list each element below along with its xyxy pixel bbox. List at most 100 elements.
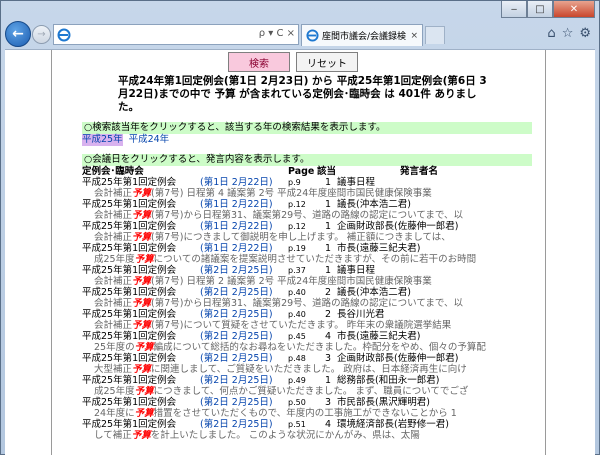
excerpt-post: についての諸議案を提案説明させていただきますが、その前に若干のお時間: [153, 254, 477, 265]
minimize-button[interactable]: ‒: [501, 1, 527, 18]
match-count: 2: [324, 287, 331, 298]
meeting-name: 平成25年第1回定例会: [82, 331, 177, 342]
meeting-date-link[interactable]: (第2日 2月25日): [200, 419, 273, 430]
keyword-highlight: 予算: [132, 276, 152, 287]
year-link-h25[interactable]: 平成25年: [82, 134, 123, 146]
meeting-date-link[interactable]: (第2日 2月25日): [200, 353, 273, 364]
excerpt-post: (第7号) 日程第 2 議案第 2号 平成24年度座間市国民健康保険事業: [151, 276, 432, 287]
results-list: 定例会･臨時会 Page 該当 発言者名 平成25年第1回定例会 (第1日 2月2…: [82, 166, 542, 441]
excerpt-post: 措置をさせていただくもので、年度内の工事施工ができないことから 1: [153, 408, 457, 419]
year-hint: ○検索該当年をクリックすると、該当する年の検索結果を表示します。: [82, 122, 532, 134]
match-count: 4: [324, 331, 331, 342]
keyword-highlight: 予算: [134, 386, 154, 397]
page-number: p.51: [288, 420, 306, 429]
page-number: p.9: [288, 178, 301, 187]
excerpt: 会計補正予算(第7号)につきまして御説明を申し上げます。 補正額につきましては、: [94, 232, 451, 243]
excerpt-pre: 24年度に: [94, 408, 135, 419]
excerpt-pre: して補正: [94, 430, 132, 441]
reset-button[interactable]: リセット: [296, 52, 358, 72]
header-match: 該当: [317, 166, 337, 177]
excerpt-post: 編成について総括的なお尋ねをいただきました。枠配分をやめ、個々の予算配: [153, 342, 486, 353]
result-summary: 平成24年第1回定例会(第1日 2月23日) から 平成25年第1回定例会(第6…: [118, 75, 487, 113]
meeting-date-link[interactable]: (第2日 2月25日): [200, 397, 273, 408]
year-link-h24[interactable]: 平成24年: [129, 134, 170, 146]
tab-active[interactable]: 座間市議会/会議録検索シ... ×: [301, 24, 423, 46]
meeting-date-link[interactable]: (第2日 2月25日): [200, 375, 273, 386]
excerpt: 25年度の予算編成について総括的なお尋ねをいただきました。枠配分をやめ、個々の予…: [94, 342, 486, 353]
page-number: p.12: [288, 222, 306, 231]
excerpt-pre: 成25年度: [94, 386, 135, 397]
back-arrow-icon[interactable]: ←: [5, 21, 31, 47]
excerpt: 会計補正予算(第7号)から日程第31、議案第29号、道路の路線の認定についてまで…: [94, 298, 463, 309]
search-button[interactable]: 検索: [228, 52, 290, 72]
excerpt-pre: 会計補正: [94, 298, 133, 309]
excerpt-pre: 大型補正: [94, 364, 133, 375]
meeting-name: 平成25年第1回定例会: [82, 287, 177, 298]
favorites-star-icon[interactable]: ☆: [562, 26, 574, 41]
match-count: 1: [324, 221, 331, 232]
tab-close-icon[interactable]: ×: [410, 31, 418, 41]
meeting-date-link[interactable]: (第1日 2月22日): [200, 177, 273, 188]
meeting-name: 平成25年第1回定例会: [82, 265, 177, 276]
keyword-highlight: 予算: [132, 210, 152, 221]
speaker-name: 議長(沖本浩二君): [337, 287, 411, 298]
excerpt-pre: 会計補正: [94, 276, 133, 287]
excerpt: 会計補正予算(第7号)について質疑をさせていただきます。 昨年末の衆議院選挙結果: [94, 320, 451, 331]
meeting-name: 平成25年第1回定例会: [82, 243, 177, 254]
match-count: 3: [324, 397, 331, 408]
keyword-highlight: 予算: [132, 298, 152, 309]
header-meeting: 定例会･臨時会: [82, 166, 144, 177]
excerpt-post: (第7号)から日程第31、議案第29号、道路の路線の認定についてまで、以: [151, 298, 464, 309]
result-row: 平成25年第1回定例会 (第2日 2月25日) p.51 4 環境経済部長(岩野修一君)…: [82, 419, 542, 441]
speaker-name: 市長(遠藤三紀夫君): [337, 331, 421, 342]
excerpt: して補正予算を計上いたしました。 このような状況にかんがみ、県は、太陽: [94, 430, 420, 441]
forward-arrow-icon[interactable]: →: [32, 25, 51, 44]
meeting-date-link[interactable]: (第1日 2月22日): [200, 221, 273, 232]
header-page: Page: [288, 166, 315, 177]
meeting-name: 平成25年第1回定例会: [82, 221, 177, 232]
result-row: 平成25年第1回定例会 (第1日 2月22日) p.12 1 企画財政部長(佐藤伸一郎君…: [82, 221, 542, 243]
maximize-button[interactable]: □: [527, 1, 553, 18]
meeting-name: 平成25年第1回定例会: [82, 397, 177, 408]
result-row: 平成25年第1回定例会 (第2日 2月25日) p.48 3 企画財政部長(佐藤伸一郎君…: [82, 353, 542, 375]
page-number: p.50: [288, 398, 306, 407]
match-count: 4: [324, 419, 331, 430]
meeting-date-link[interactable]: (第2日 2月25日): [200, 331, 273, 342]
page-number: p.40: [288, 310, 306, 319]
excerpt-post: につきまして、何点かご質疑いただきました。 まず、職員についてでござ: [153, 386, 469, 397]
gear-icon[interactable]: ⚙: [579, 26, 591, 41]
speaker-name: 市長(遠藤三紀夫君): [337, 243, 421, 254]
excerpt-pre: 25年度の: [94, 342, 135, 353]
ie-logo-icon: [57, 28, 71, 42]
excerpt: 大型補正予算に関連しまして、ご質疑をいただきました。 政府は、日本経済再生に向け: [94, 364, 467, 375]
result-row: 平成25年第1回定例会 (第2日 2月25日) p.40 2 議長(沖本浩二君) 会計補正…: [82, 287, 542, 309]
address-bar[interactable]: ρ ▾ C ×: [53, 24, 299, 45]
meeting-name: 平成25年第1回定例会: [82, 309, 177, 320]
keyword-highlight: 予算: [132, 188, 152, 199]
result-row: 平成25年第1回定例会 (第2日 2月25日) p.37 1 議事日程 会計補正予算(第7…: [82, 265, 542, 287]
close-window-button[interactable]: ✕: [553, 1, 595, 18]
speaker-name: 議事日程: [337, 265, 376, 276]
meeting-name: 平成25年第1回定例会: [82, 375, 177, 386]
search-buttons: 検索 リセット: [228, 52, 358, 72]
meeting-date-link[interactable]: (第2日 2月25日): [200, 265, 273, 276]
home-icon[interactable]: ⌂: [547, 26, 555, 41]
speaker-name: 企画財政部長(佐藤伸一郎君): [337, 221, 459, 232]
match-count: 1: [324, 265, 331, 276]
meeting-date-link[interactable]: (第2日 2月25日): [200, 309, 273, 320]
excerpt-post: を計上いたしました。 このような状況にかんがみ、県は、太陽: [150, 430, 420, 441]
speaker-name: 市民部長(黒沢輝明君): [337, 397, 430, 408]
page-number: p.45: [288, 332, 306, 341]
address-tools[interactable]: ρ ▾ C ×: [259, 28, 295, 39]
page-number: p.40: [288, 288, 306, 297]
meeting-date-link[interactable]: (第2日 2月25日): [200, 287, 273, 298]
result-row: 平成25年第1回定例会 (第2日 2月25日) p.50 3 市民部長(黒沢輝明君) 24…: [82, 397, 542, 419]
excerpt: 24年度に予算措置をさせていただくもので、年度内の工事施工ができないことから 1: [94, 408, 457, 419]
meeting-name: 平成25年第1回定例会: [82, 177, 177, 188]
meeting-date-link[interactable]: (第1日 2月22日): [200, 243, 273, 254]
new-tab-button[interactable]: [425, 26, 445, 44]
meeting-date-link[interactable]: (第1日 2月22日): [200, 199, 273, 210]
navigation-bar: ← → ρ ▾ C × 座間市議会/会議録検索シ... × ⌂ ☆ ⚙: [5, 21, 595, 47]
meeting-name: 平成25年第1回定例会: [82, 419, 177, 430]
keyword-highlight: 予算: [134, 342, 154, 353]
